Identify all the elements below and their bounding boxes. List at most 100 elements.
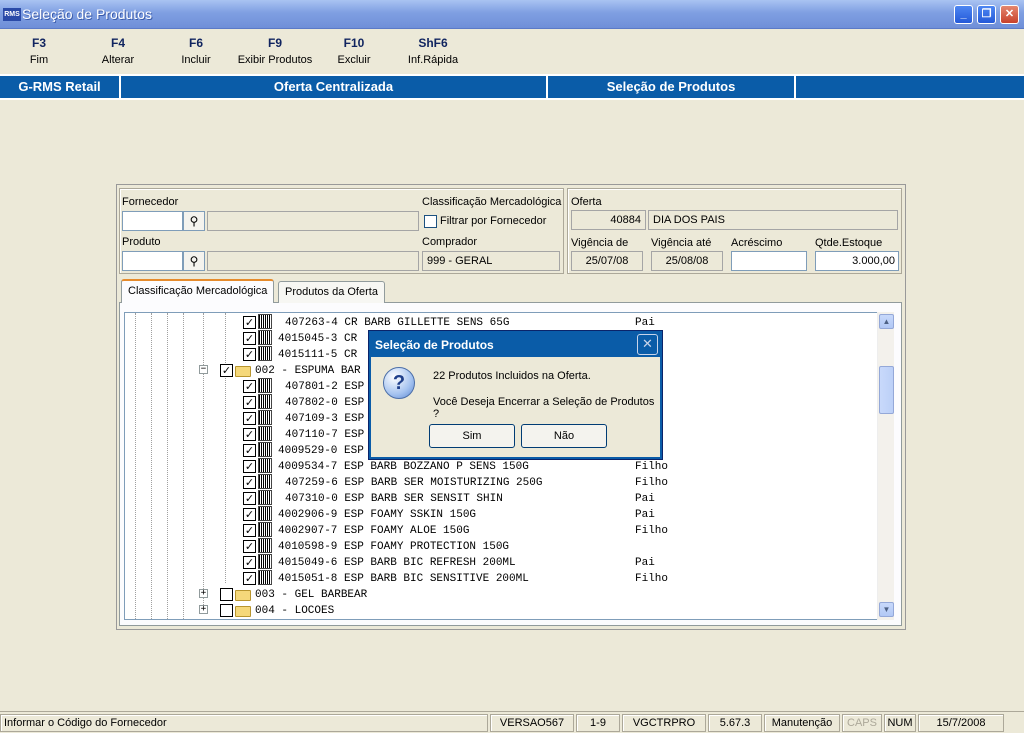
barcode-icon	[258, 570, 272, 585]
close-button[interactable]: ✕	[1000, 5, 1019, 24]
fkey-text: Inf.Rápida	[407, 54, 459, 66]
tree-item[interactable]: 407310-0 ESP BARB SER SENSIT SHIN	[285, 491, 503, 507]
tree-folder[interactable]: 003 - GEL BARBEAR	[255, 587, 367, 603]
tree-checkbox[interactable]	[220, 588, 233, 601]
minimize-button[interactable]: _	[954, 5, 973, 24]
tree-item[interactable]: 4002906-9 ESP FOAMY SSKIN 150G	[278, 507, 476, 523]
tree-item-type: Pai	[635, 557, 655, 569]
tree-item-type: Filho	[635, 477, 669, 489]
barcode-icon	[258, 426, 272, 441]
tree-item[interactable]: 407801-2 ESP	[285, 379, 364, 395]
comprador-label: Comprador	[422, 236, 478, 248]
tree-folder[interactable]: 002 - ESPUMA BAR	[255, 363, 361, 379]
tree-checkbox[interactable]: ✓	[243, 444, 256, 457]
tree-checkbox[interactable]: ✓	[243, 508, 256, 521]
tree-checkbox[interactable]: ✓	[243, 412, 256, 425]
tree-checkbox[interactable]: ✓	[243, 540, 256, 553]
no-button[interactable]: Não	[521, 424, 607, 448]
status-mode: Manutenção	[764, 714, 840, 732]
tree-checkbox[interactable]: ✓	[243, 476, 256, 489]
nav-screen: Seleção de Produtos	[548, 76, 796, 98]
excluir-button[interactable]: F10 Excluir	[315, 34, 393, 68]
barcode-icon	[258, 442, 272, 457]
dialog-message-1: 22 Produtos Incluidos na Oferta.	[433, 370, 591, 382]
fkey-text: Excluir	[337, 54, 371, 66]
barcode-icon	[258, 522, 272, 537]
tree-item[interactable]: 4009534-7 ESP BARB BOZZANO P SENS 150G	[278, 459, 529, 475]
fkey-label: F4	[110, 36, 125, 50]
alterar-button[interactable]: F4 Alterar	[79, 34, 157, 68]
inf-rapida-button[interactable]: ShF6 Inf.Rápida	[394, 34, 472, 68]
produto-input[interactable]	[122, 251, 183, 271]
tree-checkbox[interactable]: ✓	[220, 364, 233, 377]
tree-checkbox[interactable]: ✓	[243, 460, 256, 473]
status-version: VERSAO567	[490, 714, 574, 732]
tab-produtos-oferta[interactable]: Produtos da Oferta	[278, 281, 385, 303]
barcode-icon	[258, 554, 272, 569]
exibir-produtos-button[interactable]: F9 Exibir Produtos	[236, 34, 314, 68]
maximize-button[interactable]: ❐	[977, 5, 996, 24]
tab-classificacao[interactable]: Classificação Mercadológica	[121, 279, 275, 303]
tree-item[interactable]: 4015051-8 ESP BARB BIC SENSITIVE 200ML	[278, 571, 529, 587]
nav-app: G-RMS Retail	[0, 76, 121, 98]
dialog-close-icon[interactable]: ✕	[637, 334, 658, 355]
scroll-up-icon[interactable]: ▲	[879, 314, 894, 329]
filtrar-fornecedor-checkbox[interactable]	[424, 215, 437, 228]
fkey-label: ShF6	[418, 36, 448, 50]
oferta-number: 40884	[571, 210, 646, 230]
tree-folder[interactable]: 004 - LOCOES	[255, 603, 334, 619]
fkey-text: Fim	[29, 54, 49, 66]
fornecedor-search-button[interactable]: ⚲	[183, 211, 205, 231]
tree-item[interactable]: 407110-7 ESP	[285, 427, 364, 443]
tree-checkbox[interactable]: ✓	[243, 428, 256, 441]
tree-item[interactable]: 4002907-7 ESP FOAMY ALOE 150G	[278, 523, 469, 539]
tree-item-type: Filho	[635, 461, 669, 473]
tree-item[interactable]: 4009529-0 ESP	[278, 443, 364, 459]
barcode-icon	[258, 330, 272, 345]
scroll-thumb[interactable]	[879, 366, 894, 414]
barcode-icon	[258, 346, 272, 361]
incluir-button[interactable]: F6 Incluir	[157, 34, 235, 68]
acrescimo-input[interactable]	[731, 251, 807, 271]
tree-item[interactable]: 4010598-9 ESP FOAMY PROTECTION 150G	[278, 539, 509, 555]
window-title-bar[interactable]	[0, 0, 1024, 29]
folder-icon	[235, 590, 251, 601]
tree-item[interactable]: 4015049-6 ESP BARB BIC REFRESH 200ML	[278, 555, 516, 571]
qtde-estoque-input[interactable]: 3.000,00	[815, 251, 899, 271]
expand-icon[interactable]: +	[199, 605, 208, 614]
expand-icon[interactable]: +	[199, 589, 208, 598]
tree-checkbox[interactable]: ✓	[243, 396, 256, 409]
tree-item[interactable]: 407263-4 CR BARB GILLETTE SENS 65G	[285, 315, 509, 331]
scroll-down-icon[interactable]: ▼	[879, 602, 894, 617]
tree-checkbox[interactable]	[220, 604, 233, 617]
fornecedor-input[interactable]	[122, 211, 183, 231]
tree-item[interactable]: 407259-6 ESP BARB SER MOISTURIZING 250G	[285, 475, 542, 491]
tree-item[interactable]: 407109-3 ESP	[285, 411, 364, 427]
tree-checkbox[interactable]: ✓	[243, 524, 256, 537]
yes-button[interactable]: Sim	[429, 424, 515, 448]
status-caps: CAPS	[842, 714, 882, 732]
fkey-text: Incluir	[181, 54, 211, 66]
vertical-scrollbar[interactable]: ▲ ▼	[877, 312, 894, 620]
app-icon: RMS	[3, 8, 21, 21]
oferta-description: DIA DOS PAIS	[648, 210, 898, 230]
fkey-label: F6	[188, 36, 203, 50]
tree-checkbox[interactable]: ✓	[243, 316, 256, 329]
collapse-icon[interactable]: −	[199, 365, 208, 374]
produto-search-button[interactable]: ⚲	[183, 251, 205, 271]
fim-button[interactable]: F3 Fim	[0, 34, 78, 68]
tree-checkbox[interactable]: ✓	[243, 348, 256, 361]
vigencia-ate-field: 25/08/08	[651, 251, 723, 271]
tree-checkbox[interactable]: ✓	[243, 380, 256, 393]
tree-item[interactable]: 4015111-5 CR	[278, 347, 357, 363]
tree-checkbox[interactable]: ✓	[243, 332, 256, 345]
vigencia-de-label: Vigência de	[571, 237, 629, 249]
dialog-message-2: Você Deseja Encerrar a Seleção de Produt…	[433, 396, 655, 420]
fkey-label: F9	[267, 36, 282, 50]
status-bar: Informar o Código do Fornecedor VERSAO56…	[0, 711, 1024, 733]
tree-checkbox[interactable]: ✓	[243, 572, 256, 585]
tree-item[interactable]: 407802-0 ESP	[285, 395, 364, 411]
tree-checkbox[interactable]: ✓	[243, 492, 256, 505]
tree-checkbox[interactable]: ✓	[243, 556, 256, 569]
tree-item[interactable]: 4015045-3 CR	[278, 331, 357, 347]
